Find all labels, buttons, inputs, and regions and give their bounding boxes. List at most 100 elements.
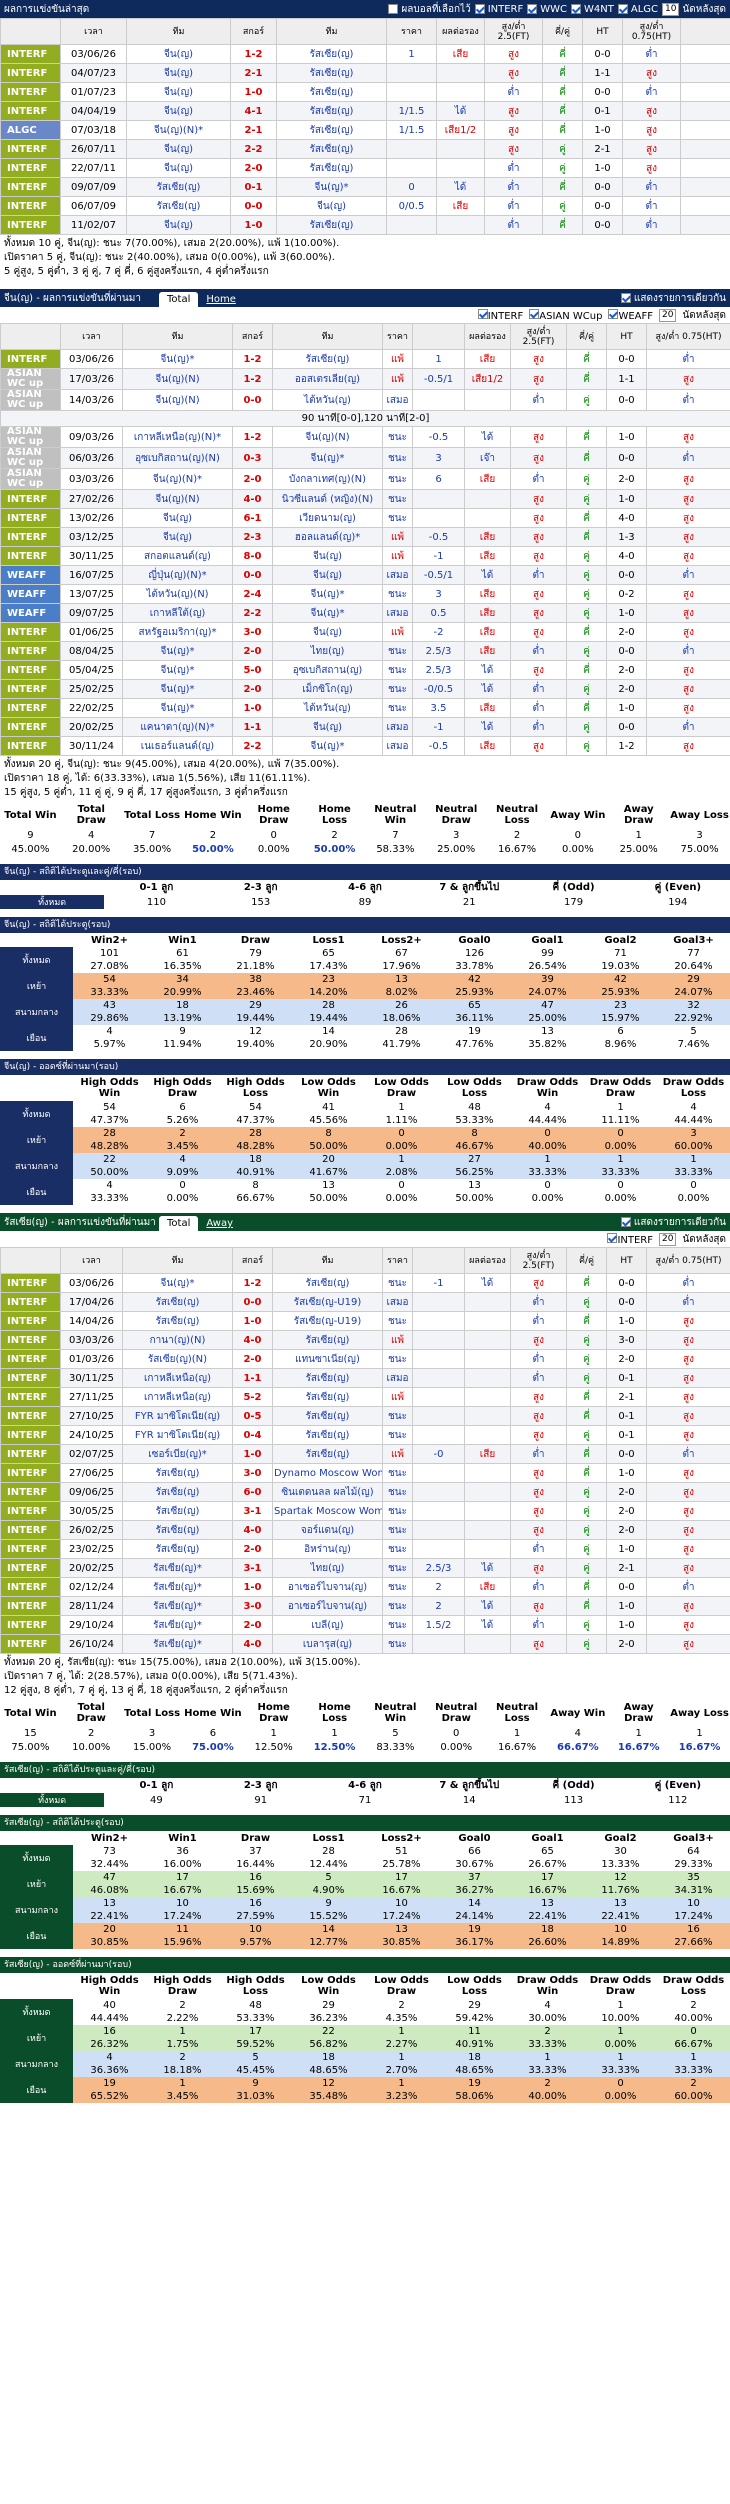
table-cell[interactable]: เนเธอร์แลนด์(ญ) (122, 736, 233, 756)
table-cell[interactable]: รัสเซีย(ญ) (276, 139, 387, 159)
away-tab-total[interactable]: Total (159, 1216, 199, 1231)
table-cell[interactable]: แคนาดา(ญ)(N)* (122, 717, 233, 737)
away-same-checkbox[interactable] (620, 1217, 631, 1227)
table-cell[interactable]: นิวซีแลนด์ (หญิง)(N) (272, 489, 383, 509)
table-cell[interactable]: จีน(ญ) (272, 622, 383, 642)
table-cell[interactable]: เบลี(ญ) (272, 1615, 383, 1635)
table-cell[interactable]: จีน(ญ) (126, 44, 231, 64)
table-cell[interactable]: จีน(ญ) (126, 139, 231, 159)
table-cell[interactable]: จีน(ญ)(N) (272, 426, 383, 448)
table-cell[interactable]: เกาหลีเหนือ(ญ) (122, 1387, 233, 1407)
table-cell[interactable]: ฮอลแลนด์(ญ)* (272, 527, 383, 547)
table-cell[interactable]: รัสเซีย(ญ)* (122, 1634, 233, 1654)
table-cell[interactable]: รัสเซีย(ญ) (126, 196, 231, 216)
table-cell[interactable]: อาเซอร์ไบจาน(ญ) (272, 1577, 383, 1597)
table-cell[interactable]: จีน(ญ) (122, 527, 233, 547)
table-cell[interactable]: จีน(ญ)* (272, 447, 383, 469)
table-cell[interactable]: เบลารุส(ญ) (272, 1634, 383, 1654)
table-cell[interactable]: อุซเบกิสถาน(ญ)(N) (122, 447, 233, 469)
home-same-checkbox[interactable] (620, 293, 631, 303)
table-cell[interactable]: ไต้หวัน(ญ)(N) (122, 584, 233, 604)
table-cell[interactable]: เซอร์เบีย(ญ)* (122, 1444, 233, 1464)
table-cell[interactable]: จีน(ญ)(N) (122, 389, 233, 411)
table-cell[interactable]: รัสเซีย(ญ)* (122, 1558, 233, 1578)
table-cell[interactable]: จีน(ญ) (122, 508, 233, 528)
table-cell[interactable]: จีน(ญ)(N) (122, 489, 233, 509)
table-cell[interactable]: จอร์แดน(ญ) (272, 1520, 383, 1540)
table-cell[interactable]: รัสเซีย(ญ) (272, 1330, 383, 1350)
table-cell[interactable]: รัสเซีย(ญ-U19) (272, 1311, 383, 1331)
table-cell[interactable]: รัสเซีย(ญ) (276, 63, 387, 83)
table-cell[interactable]: รัสเซีย(ญ) (276, 44, 387, 64)
table-cell[interactable]: เกาหลีเหนือ(ญ) (122, 1368, 233, 1388)
table-cell[interactable]: จีน(ญ)* (122, 679, 233, 699)
table-cell[interactable]: เกาหลีเหนือ(ญ)(N)* (122, 426, 233, 448)
table-cell[interactable]: ญี่ปุ่น(ญ)(N)* (122, 565, 233, 585)
home-count-select[interactable]: 20 (659, 308, 677, 322)
table-cell[interactable]: รัสเซีย(ญ) (122, 1501, 233, 1521)
home-tab-total[interactable]: Total (159, 292, 199, 307)
table-cell[interactable]: จีน(ญ) (126, 63, 231, 83)
table-cell[interactable]: รัสเซีย(ญ) (122, 1482, 233, 1502)
table-cell[interactable]: รัสเซีย(ญ) (272, 1387, 383, 1407)
h2h-filter-checkbox[interactable] (527, 4, 538, 14)
table-cell[interactable]: จีน(ญ)(N)* (126, 120, 231, 140)
table-cell[interactable]: รัสเซีย(ญ) (272, 1273, 383, 1293)
table-cell[interactable]: สกอตแลนด์(ญ) (122, 546, 233, 566)
table-cell[interactable]: FYR มาซิโดเนีย(ญ) (122, 1406, 233, 1426)
table-cell[interactable]: รัสเซีย(ญ)* (122, 1615, 233, 1635)
table-cell[interactable]: รัสเซีย(ญ) (122, 1539, 233, 1559)
home-tab-home[interactable]: Home (198, 292, 244, 307)
table-cell[interactable]: ไทย(ญ) (272, 641, 383, 661)
table-cell[interactable]: จีน(ญ) (126, 158, 231, 178)
table-cell[interactable]: จีน(ญ) (126, 215, 231, 235)
table-cell[interactable]: รัสเซีย(ญ)* (122, 1577, 233, 1597)
h2h-filter-checkbox[interactable] (617, 4, 628, 14)
table-cell[interactable]: จีน(ญ)* (272, 736, 383, 756)
table-cell[interactable]: แทนซาเนีย(ญ) (272, 1349, 383, 1369)
table-cell[interactable]: ไทย(ญ) (272, 1558, 383, 1578)
table-cell[interactable]: อาเซอร์ไบจาน(ญ) (272, 1596, 383, 1616)
table-cell[interactable]: รัสเซีย(ญ) (122, 1311, 233, 1331)
table-cell[interactable]: รัสเซีย(ญ) (122, 1463, 233, 1483)
table-cell[interactable]: ซินเตดนลล ผลไม้(ญ) (272, 1482, 383, 1502)
table-cell[interactable]: จีน(ญ) (126, 101, 231, 121)
table-cell[interactable]: รัสเซีย(ญ) (122, 1520, 233, 1540)
table-cell[interactable]: จีน(ญ)(N) (122, 368, 233, 390)
away-tab-away[interactable]: Away (198, 1216, 241, 1231)
table-cell[interactable]: จีน(ญ)* (122, 698, 233, 718)
table-cell[interactable]: จีน(ญ)* (276, 177, 387, 197)
home-filter-checkbox[interactable] (477, 308, 488, 319)
home-filter-checkbox[interactable] (529, 308, 540, 319)
table-cell[interactable]: รัสเซีย(ญ) (276, 215, 387, 235)
table-cell[interactable]: รัสเซีย(ญ) (272, 1425, 383, 1445)
table-cell[interactable]: อิหร่าน(ญ) (272, 1539, 383, 1559)
h2h-filter-checkbox[interactable] (474, 4, 485, 14)
table-cell[interactable]: รัสเซีย(ญ) (272, 1406, 383, 1426)
table-cell[interactable]: รัสเซีย(ญ) (272, 1368, 383, 1388)
away-filter-checkbox[interactable] (607, 1232, 618, 1243)
table-cell[interactable]: รัสเซีย(ญ)(N) (122, 1349, 233, 1369)
table-cell[interactable]: รัสเซีย(ญ) (276, 120, 387, 140)
table-cell[interactable]: จีน(ญ)* (122, 641, 233, 661)
table-cell[interactable]: รัสเซีย(ญ) (276, 101, 387, 121)
table-cell[interactable]: รัสเซีย(ญ) (126, 177, 231, 197)
table-cell[interactable]: จีน(ญ)* (122, 1273, 233, 1293)
table-cell[interactable]: จีน(ญ)* (272, 603, 383, 623)
table-cell[interactable]: จีน(ญ)(N)* (122, 468, 233, 490)
table-cell[interactable]: ไต้หวัน(ญ) (272, 698, 383, 718)
home-filter-checkbox[interactable] (608, 308, 619, 319)
table-cell[interactable]: จีน(ญ) (126, 82, 231, 102)
table-cell[interactable]: รัสเซีย(ญ)* (122, 1596, 233, 1616)
table-cell[interactable]: เวียดนาม(ญ) (272, 508, 383, 528)
table-cell[interactable]: รัสเซีย(ญ) (122, 1292, 233, 1312)
away-count-select[interactable]: 20 (659, 1232, 677, 1246)
table-cell[interactable]: รัสเซีย(ญ) (276, 158, 387, 178)
table-cell[interactable]: บังกลาเทศ(ญ)(N) (272, 468, 383, 490)
table-cell[interactable]: จีน(ญ) (276, 196, 387, 216)
table-cell[interactable]: Spartak Moscow Women's (272, 1501, 383, 1521)
table-cell[interactable]: รัสเซีย(ญ) (276, 82, 387, 102)
table-cell[interactable]: รัสเซีย(ญ) (272, 349, 383, 369)
table-cell[interactable]: จีน(ญ) (272, 717, 383, 737)
table-cell[interactable]: จีน(ญ)* (272, 584, 383, 604)
